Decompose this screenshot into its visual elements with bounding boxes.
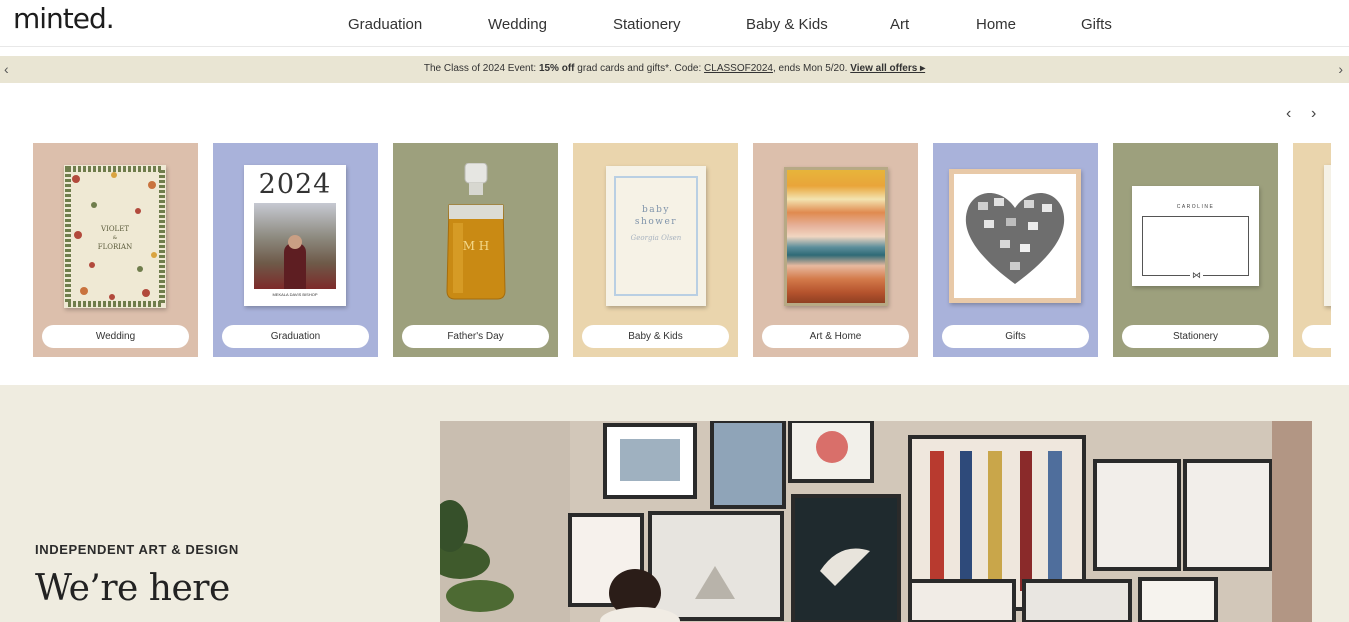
category-carousel: ‹ › VIOLET & FLORIAN Wedding 2024 MEKALA…	[0, 83, 1349, 385]
tile-fathers-day[interactable]: M H Father's Day	[393, 143, 558, 357]
view-all-offers-link[interactable]: View all offers ▸	[850, 63, 925, 74]
graduate-figure	[284, 243, 306, 289]
tile-label: Gifts	[942, 325, 1089, 348]
grad-card-year: 2024	[258, 169, 332, 200]
site-header: minted. Graduation Wedding Stationery Ba…	[0, 0, 1349, 47]
baby-card-line1: baby	[642, 205, 670, 215]
promo-discount: 15% off	[538, 63, 575, 74]
wedding-invitation-card: VIOLET & FLORIAN	[64, 165, 166, 308]
nav-art[interactable]: Art	[890, 16, 909, 33]
tile-label: Art & Home	[762, 325, 909, 348]
chevron-right-icon[interactable]: ›	[1338, 61, 1343, 77]
tile-label: Graduation	[222, 325, 369, 348]
tile-partial[interactable]	[1293, 143, 1331, 357]
tile-baby-kids[interactable]: baby shower Georgia Olsen Baby & Kids	[573, 143, 738, 357]
tile-label: Father's Day	[402, 325, 549, 348]
chevron-left-icon[interactable]: ‹	[1286, 105, 1291, 123]
promo-banner: ‹ The Class of 2024 Event: 15% off grad …	[0, 56, 1349, 83]
nav-wedding[interactable]: Wedding	[488, 16, 547, 33]
collage-mat	[954, 174, 1076, 298]
decanter-monogram: M H	[462, 239, 490, 253]
tile-stationery[interactable]: CAROLINE ⋈ Stationery	[1113, 143, 1278, 357]
heart-collage-illustration	[965, 193, 1065, 284]
decanter-illustration	[446, 163, 506, 300]
carousel-track: VIOLET & FLORIAN Wedding 2024 MEKALA DAV…	[33, 143, 1331, 357]
tile-label: Stationery	[1122, 325, 1269, 348]
wedding-card-name-2: FLORIAN	[97, 243, 133, 251]
minted-logo[interactable]: minted.	[13, 2, 115, 35]
stationery-card-name: CAROLINE	[1176, 204, 1215, 210]
hero-section: INDEPENDENT ART & DESIGN We’re here	[0, 385, 1349, 622]
grad-card-caption: MEKALA DAVIS BISHOP	[272, 292, 318, 297]
chevron-right-icon[interactable]: ›	[1311, 105, 1316, 123]
promo-suffix: , ends Mon 5/20.	[772, 63, 851, 74]
nav-home[interactable]: Home	[976, 16, 1016, 33]
hero-eyebrow: INDEPENDENT ART & DESIGN	[35, 542, 239, 557]
nav-gifts[interactable]: Gifts	[1081, 16, 1112, 33]
tile-gifts[interactable]: Gifts	[933, 143, 1098, 357]
tile-label	[1302, 325, 1331, 348]
promo-code: CLASSOF2024	[704, 63, 773, 74]
hero-title: We’re here	[35, 568, 230, 609]
tile-graduation[interactable]: 2024 MEKALA DAVIS BISHOP Graduation	[213, 143, 378, 357]
wedding-card-names: VIOLET & FLORIAN	[64, 225, 166, 252]
graduate-photo	[254, 203, 336, 289]
baby-shower-card: baby shower Georgia Olsen	[606, 166, 706, 306]
graduate-face	[288, 235, 302, 249]
promo-middle: grad cards and gifts*. Code:	[574, 63, 705, 74]
stationery-card-border	[1142, 216, 1249, 276]
tile-label: Baby & Kids	[582, 325, 729, 348]
nav-baby-kids[interactable]: Baby & Kids	[746, 16, 828, 33]
tile-wedding[interactable]: VIOLET & FLORIAN Wedding	[33, 143, 198, 357]
gallery-wall-illustration	[440, 421, 1312, 622]
partial-card	[1324, 165, 1331, 306]
wedding-card-name-1: VIOLET	[101, 225, 129, 233]
bow-icon: ⋈	[1190, 270, 1203, 281]
stationery-card: CAROLINE ⋈	[1132, 186, 1259, 286]
baby-card-name: Georgia Olsen	[630, 234, 682, 242]
baby-card-line2: shower	[634, 217, 678, 227]
photo-collage-frame	[949, 169, 1081, 303]
tile-label: Wedding	[42, 325, 189, 348]
nav-stationery[interactable]: Stationery	[613, 16, 681, 33]
abstract-art-print	[784, 167, 888, 306]
graduation-card: 2024 MEKALA DAVIS BISHOP	[244, 165, 346, 306]
baby-card-title: baby shower	[606, 204, 706, 228]
promo-prefix: The Class of 2024 Event:	[423, 63, 539, 74]
gallery-wall-photo	[440, 421, 1312, 622]
nav-graduation[interactable]: Graduation	[348, 16, 422, 33]
promo-text: The Class of 2024 Event: 15% off grad ca…	[0, 63, 1349, 74]
tile-art-home[interactable]: Art & Home	[753, 143, 918, 357]
abstract-stripes	[787, 170, 885, 303]
